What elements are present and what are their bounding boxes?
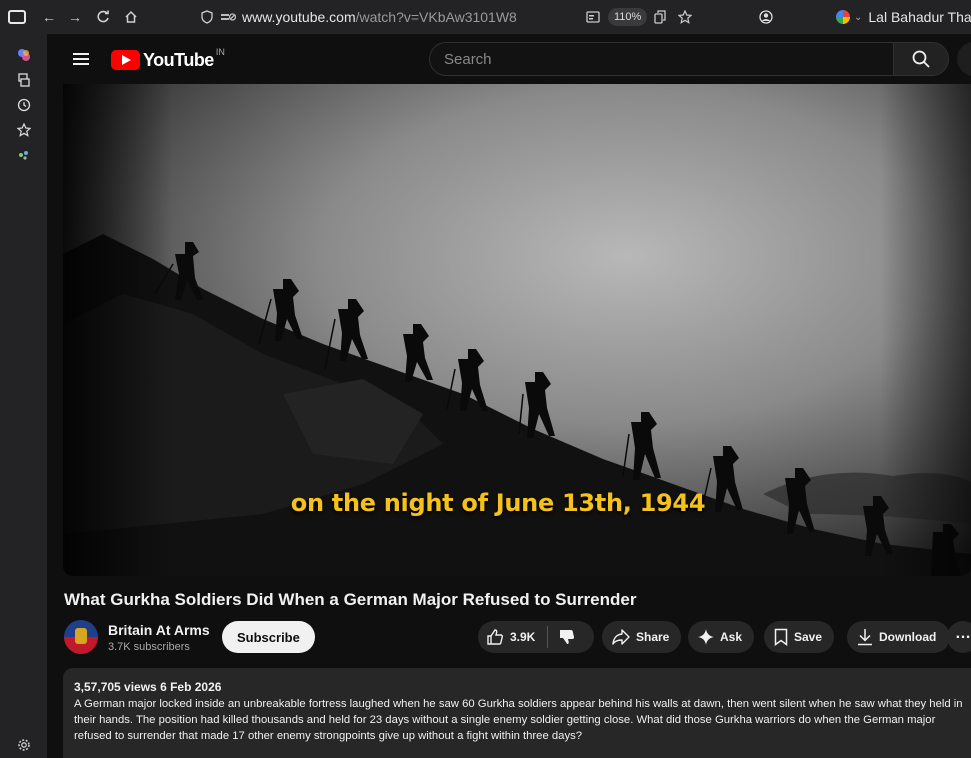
- youtube-logo[interactable]: YouTube IN: [111, 47, 225, 71]
- logo-text: YouTube: [143, 49, 214, 70]
- browser-side-rail: [0, 34, 47, 758]
- view-count-date: 3,57,705 views 6 Feb 2026: [74, 680, 222, 694]
- google-icon: [836, 10, 850, 24]
- url-path: /watch?v=VKbAw3101W8: [355, 9, 517, 25]
- channel-name[interactable]: Britain At Arms: [108, 622, 210, 638]
- video-title: What Gurkha Soldiers Did When a German M…: [64, 590, 637, 609]
- search-button[interactable]: [893, 42, 949, 76]
- youtube-page: YouTube IN Search on the night of June 1…: [47, 34, 971, 758]
- copy-icon[interactable]: [654, 10, 667, 24]
- extension-icon[interactable]: [16, 148, 32, 164]
- thumbs-up-icon: [487, 629, 503, 645]
- share-button[interactable]: Share: [602, 621, 682, 653]
- video-player[interactable]: on the night of June 13th, 1944: [63, 84, 971, 576]
- description-text: A German major locked inside an unbreaka…: [74, 698, 963, 742]
- url-text: www.youtube.com/watch?v=VKbAw3101W8: [242, 9, 517, 25]
- voice-search-button[interactable]: [957, 42, 971, 76]
- profile-name: Lal Bahadur Tha: [868, 9, 971, 25]
- ask-label: Ask: [720, 630, 743, 644]
- logo-region: IN: [215, 47, 225, 57]
- like-count[interactable]: 3.9K: [510, 630, 535, 644]
- save-label: Save: [794, 630, 823, 644]
- home-icon[interactable]: [120, 6, 142, 28]
- menu-icon[interactable]: [73, 53, 89, 65]
- download-icon: [858, 629, 872, 646]
- search-input[interactable]: [429, 42, 893, 76]
- sparkle-icon: [698, 629, 714, 645]
- profile-switcher[interactable]: ⌄ Lal Bahadur Tha: [836, 5, 971, 29]
- bookmark-icon: [774, 628, 788, 646]
- url-host: www.youtube.com: [242, 9, 356, 25]
- download-button[interactable]: Download: [847, 621, 951, 653]
- sidebar-toggle-icon[interactable]: [8, 10, 26, 24]
- subscriber-count: 3.7K subscribers: [108, 641, 190, 653]
- forward-icon[interactable]: →: [64, 6, 86, 28]
- reader-view-icon[interactable]: [586, 11, 600, 23]
- reload-icon[interactable]: [92, 6, 114, 28]
- like-button[interactable]: [486, 628, 504, 646]
- ask-button[interactable]: Ask: [688, 621, 755, 653]
- more-actions-button[interactable]: …: [947, 621, 971, 653]
- permissions-icon[interactable]: [220, 10, 236, 24]
- youtube-header: YouTube IN: [47, 34, 971, 84]
- screen: ← → www.youtube.com/watch?v=VKbAw3101W8 …: [0, 0, 971, 758]
- favorites-icon[interactable]: [16, 122, 32, 139]
- like-divider: [547, 626, 549, 648]
- download-label: Download: [879, 630, 937, 644]
- subscribe-button[interactable]: Subscribe: [222, 621, 315, 653]
- channel-row: Britain At Arms 3.7K subscribers Subscri…: [64, 618, 971, 658]
- search-icon: [912, 50, 930, 68]
- save-button[interactable]: Save: [764, 621, 835, 653]
- account-icon[interactable]: [759, 10, 773, 24]
- like-dislike-group: 3.9K: [478, 621, 594, 653]
- history-icon[interactable]: [16, 98, 32, 114]
- chevron-down-icon: ⌄: [854, 11, 863, 23]
- tracking-shield-icon: [201, 10, 213, 24]
- browser-toolbar: ← → www.youtube.com/watch?v=VKbAw3101W8 …: [0, 0, 971, 34]
- description-box[interactable]: 3,57,705 views 6 Feb 2026 A German major…: [63, 668, 971, 758]
- copilot-icon[interactable]: [16, 48, 32, 64]
- share-label: Share: [636, 630, 670, 644]
- back-icon[interactable]: ←: [38, 6, 60, 28]
- thumbs-down-icon: [560, 630, 575, 644]
- zoom-level-badge[interactable]: 110%: [608, 8, 648, 26]
- settings-gear-icon[interactable]: [16, 738, 32, 754]
- channel-avatar[interactable]: [64, 620, 98, 654]
- search-bar: [429, 42, 949, 76]
- share-arrow-icon: [612, 629, 630, 645]
- youtube-play-logo-icon: [111, 50, 140, 70]
- collections-icon[interactable]: [16, 73, 32, 89]
- video-caption: on the night of June 13th, 1944: [290, 489, 706, 517]
- bookmark-star-icon[interactable]: [678, 10, 692, 24]
- dislike-button[interactable]: [558, 628, 576, 646]
